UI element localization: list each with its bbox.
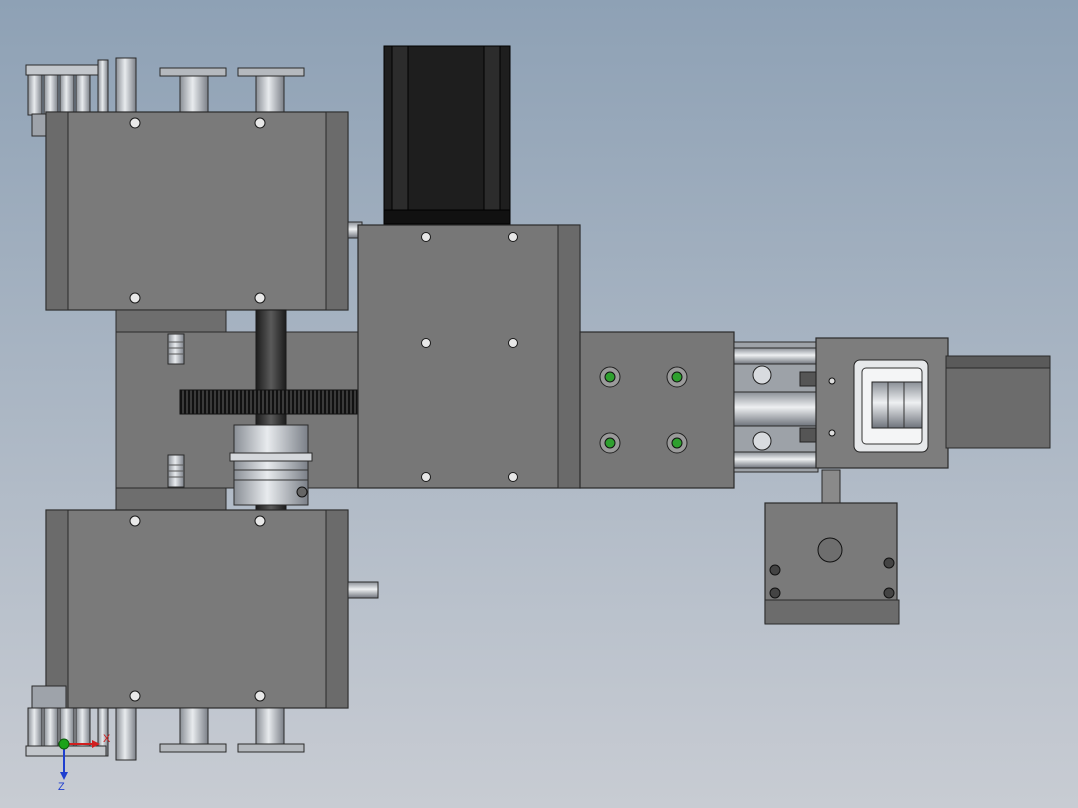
z-axis-label: Z — [58, 781, 65, 793]
end-motor-block[interactable] — [945, 355, 1051, 449]
cad-viewport[interactable]: X Z — [0, 0, 1078, 808]
x-axis-label: X — [103, 733, 111, 745]
linear-carriage-plate[interactable] — [579, 331, 735, 489]
rack-gear — [179, 389, 361, 415]
sensor-bracket[interactable] — [764, 502, 900, 625]
shaft-coupling — [229, 424, 313, 506]
coupling-housing[interactable] — [815, 337, 949, 469]
central-gear-block[interactable] — [115, 309, 363, 511]
upper-gearbox-housing[interactable] — [45, 111, 349, 311]
linear-rail-module[interactable] — [733, 341, 819, 473]
lower-gearbox-housing[interactable] — [45, 509, 349, 709]
threaded-stud-upper — [167, 333, 185, 365]
sensor-stem — [821, 469, 841, 507]
cad-scene[interactable]: X Z — [0, 0, 1078, 808]
coupling-inner — [871, 381, 923, 429]
threaded-stud-lower — [167, 454, 185, 488]
stepper-motor[interactable] — [383, 45, 511, 225]
y-axis-dot — [58, 738, 70, 750]
lower-output-shaft — [347, 581, 379, 599]
motor-mount-plate[interactable] — [357, 224, 581, 489]
